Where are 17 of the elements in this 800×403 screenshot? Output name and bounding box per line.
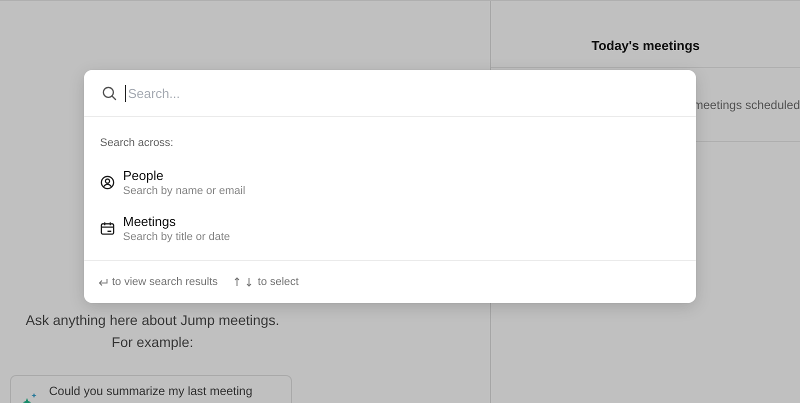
return-key-icon — [98, 278, 108, 286]
section-label: Search across: — [100, 137, 174, 149]
keyboard-hint: to view search results — [112, 276, 218, 288]
search-icon — [102, 86, 117, 100]
example-prompt-card[interactable]: Could you summarize my last meeting — [10, 375, 292, 403]
keyboard-hint: to select — [258, 276, 299, 288]
option-title[interactable]: People — [123, 168, 246, 182]
panel-title: Today's meetings — [591, 38, 700, 52]
user-circle-icon — [100, 174, 115, 190]
example-prompt-text: Could you summarize my last meeting — [49, 384, 252, 398]
calendar-icon — [100, 220, 115, 236]
intro-text: Ask anything here about Jump meetings. — [26, 311, 280, 330]
up-down-arrows-icon — [234, 277, 254, 287]
intro-text: For example: — [112, 333, 194, 352]
option-subtitle: Search by name or email — [123, 184, 246, 196]
option-subtitle: Search by title or date — [123, 230, 230, 242]
option-title[interactable]: Meetings — [123, 214, 230, 228]
